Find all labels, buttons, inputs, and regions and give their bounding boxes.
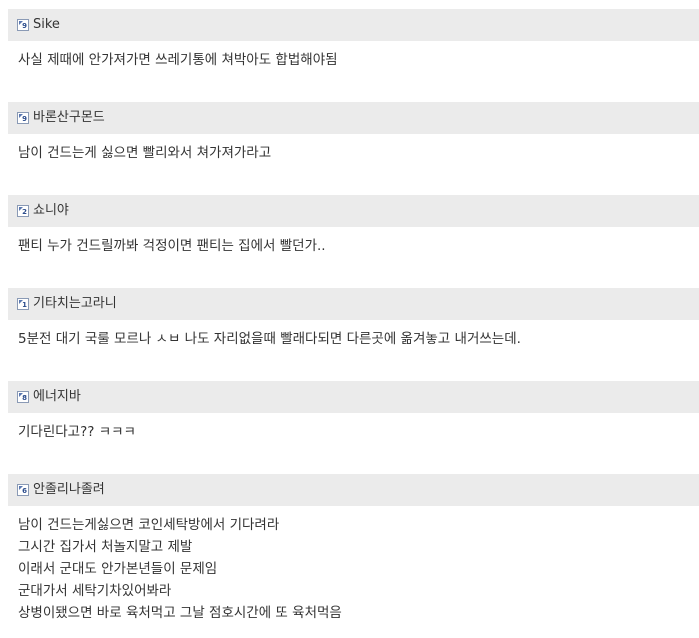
comment-item: 8 에너지바 기다린다고?? ㅋㅋㅋ	[8, 381, 699, 443]
level-badge-icon: 2	[17, 205, 29, 217]
comment-header: 2 쇼니야	[8, 195, 699, 227]
comment-header: 8 에너지바	[8, 381, 699, 413]
comment-item: 2 쇼니야 팬티 누가 건드릴까봐 걱정이면 팬티는 집에서 빨던가..	[8, 195, 699, 257]
commenter-nickname[interactable]: 기타치는고라니	[33, 297, 117, 311]
comment-text: 남이 건드는게 싫으면 빨리와서 쳐가져가라고	[8, 134, 699, 164]
comment-line: 그시간 집가서 처놀지말고 제발	[18, 539, 193, 555]
comment-header: 6 안졸리나졸려	[8, 474, 699, 506]
comment-text: 팬티 누가 건드릴까봐 걱정이면 팬티는 집에서 빨던가..	[8, 227, 699, 257]
comment-line: 남이 건드는게 싫으면 빨리와서 쳐가져가라고	[18, 145, 272, 161]
commenter-nickname[interactable]: 안졸리나졸려	[33, 483, 105, 497]
comment-header: 9 바론산구몬드	[8, 102, 699, 134]
comment-line: 5분전 대기 국룰 모르나 ㅅㅂ 나도 자리없을때 빨래다되면 다른곳에 옮겨놓…	[18, 331, 521, 347]
comment-line: 상병이됐으면 바로 육처먹고 그날 점호시간에 또 육처먹음	[18, 605, 342, 621]
commenter-nickname[interactable]: 에너지바	[33, 390, 81, 404]
comment-item: 1 기타치는고라니 5분전 대기 국룰 모르나 ㅅㅂ 나도 자리없을때 빨래다되…	[8, 288, 699, 350]
commenter-nickname[interactable]: Sike	[33, 18, 60, 32]
level-badge-icon: 9	[17, 19, 29, 31]
commenter-nickname[interactable]: 바론산구몬드	[33, 111, 105, 125]
commenter-nickname[interactable]: 쇼니야	[33, 204, 69, 218]
comment-text: 기다린다고?? ㅋㅋㅋ	[8, 413, 699, 443]
comment-header: 1 기타치는고라니	[8, 288, 699, 320]
comment-item: 9 Sike 사실 제때에 안가져가면 쓰레기통에 쳐박아도 합법해야됨	[8, 9, 699, 71]
comment-line: 이래서 군대도 안가본년들이 문제임	[18, 561, 218, 577]
comment-header: 9 Sike	[8, 9, 699, 41]
level-badge-icon: 6	[17, 484, 29, 496]
comment-line: 팬티 누가 건드릴까봐 걱정이면 팬티는 집에서 빨던가..	[18, 238, 326, 254]
comment-line: 사실 제때에 안가져가면 쓰레기통에 쳐박아도 합법해야됨	[18, 52, 338, 68]
comment-item: 6 안졸리나졸려 남이 건드는게싫으면 코인세탁방에서 기다려라 그시간 집가서…	[8, 474, 699, 624]
comment-line: 남이 건드는게싫으면 코인세탁방에서 기다려라	[18, 517, 280, 533]
comment-item: 9 바론산구몬드 남이 건드는게 싫으면 빨리와서 쳐가져가라고	[8, 102, 699, 164]
level-badge-icon: 8	[17, 391, 29, 403]
comment-text: 사실 제때에 안가져가면 쓰레기통에 쳐박아도 합법해야됨	[8, 41, 699, 71]
comment-line: 군대가서 세탁기차있어봐라	[18, 583, 172, 599]
comment-line: 기다린다고?? ㅋㅋㅋ	[18, 424, 136, 440]
comment-text: 5분전 대기 국룰 모르나 ㅅㅂ 나도 자리없을때 빨래다되면 다른곳에 옮겨놓…	[8, 320, 699, 350]
level-badge-icon: 1	[17, 298, 29, 310]
comment-text: 남이 건드는게싫으면 코인세탁방에서 기다려라 그시간 집가서 처놀지말고 제발…	[8, 506, 699, 624]
level-badge-icon: 9	[17, 112, 29, 124]
